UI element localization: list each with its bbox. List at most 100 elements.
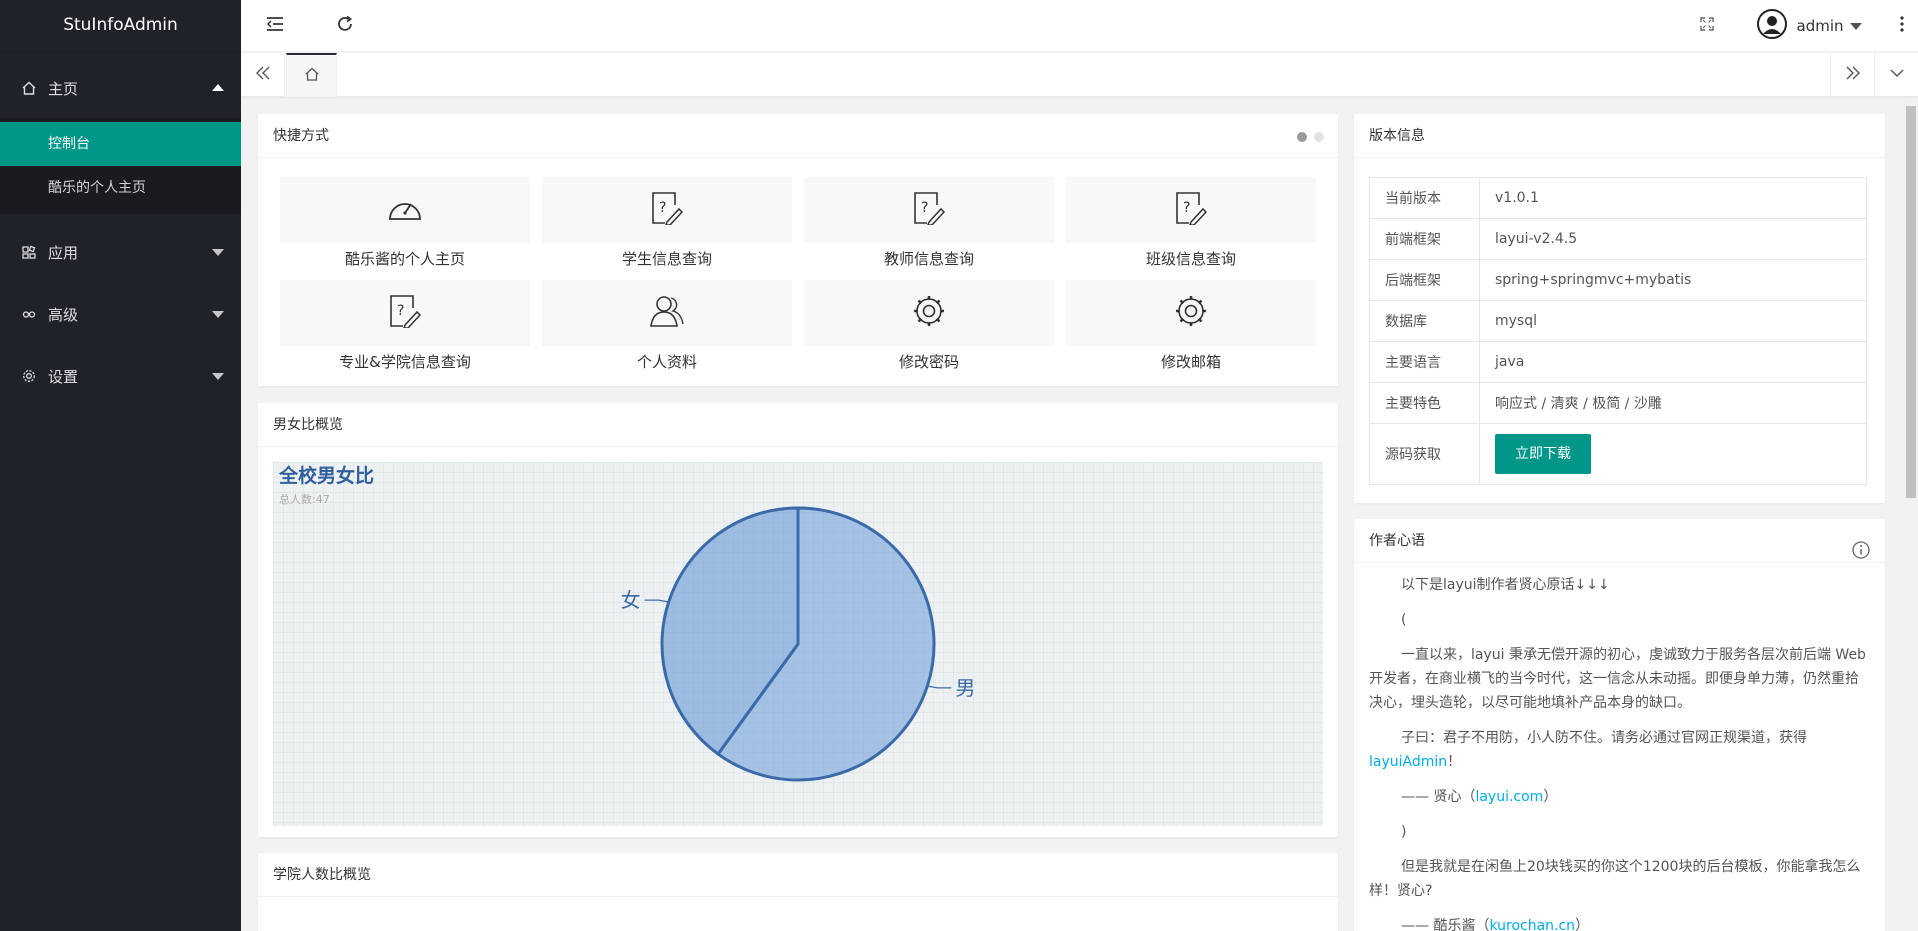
sidebar-item-console[interactable]: 控制台	[0, 122, 241, 166]
more-vertical-icon	[1900, 16, 1904, 36]
download-button[interactable]: 立即下载	[1495, 434, 1591, 474]
shortcuts-card: 快捷方式 酷乐酱的个人主页 ? 学生信息查询 ? 教师信息查询 ? 班级信息查询…	[258, 114, 1338, 386]
more-menu-button[interactable]	[1887, 0, 1917, 52]
version-table: 当前版本 v1.0.1 前端框架 layui-v2.4.5 后端框架 spring+s…	[1369, 177, 1867, 485]
kurochan-link[interactable]: kurochan.cn	[1489, 918, 1575, 931]
author-text: ）	[1543, 789, 1558, 805]
shortcut-label: 修改邮箱	[1160, 353, 1221, 371]
carousel-dot-2[interactable]	[1314, 132, 1324, 142]
version-value: mysql	[1479, 300, 1867, 342]
gauge-icon	[387, 193, 423, 227]
double-chevron-right-icon	[1845, 65, 1861, 85]
home-icon	[20, 79, 38, 97]
pie-chart: 全校男女比 总人数:47 男 女	[278, 464, 975, 782]
query-doc-icon: ?	[389, 294, 422, 332]
gender-ratio-card: 男女比概览 全校男女比 总人数:47 男 女	[258, 403, 1338, 837]
gear-icon	[20, 367, 38, 385]
author-paragraph: 一直以来，layui 秉承无偿开源的初心，虔诚致力于服务各层次前后端 Web 开…	[1369, 647, 1866, 711]
shortcut-class-query[interactable]: ? 班级信息查询	[1066, 177, 1316, 275]
chart-subtitle: 总人数:47	[279, 492, 330, 506]
query-doc-icon: ?	[1175, 191, 1208, 229]
sidebar-item-personal-page[interactable]: 酷乐的个人主页	[0, 166, 241, 210]
shortcut-major-college-query[interactable]: ? 专业&学院信息查询	[280, 280, 530, 378]
sidebar: StuInfoAdmin 主页 控制台 酷乐的个人主页 应用 高级 设置	[0, 0, 241, 931]
version-value: 响应式 / 清爽 / 极简 / 沙雕	[1479, 382, 1867, 424]
author-paragraph: —— 贤心（layui.com）	[1369, 785, 1870, 809]
sidebar-item-label: 高级	[48, 305, 79, 324]
gear-icon	[912, 294, 946, 332]
shortcut-label: 个人资料	[636, 353, 697, 371]
version-title: 版本信息	[1354, 114, 1885, 158]
shortcut-profile[interactable]: 个人资料	[542, 280, 792, 378]
author-text: ！	[1447, 754, 1462, 770]
table-row: 主要特色 响应式 / 清爽 / 极简 / 沙雕	[1369, 382, 1867, 424]
shortcut-student-query[interactable]: ? 学生信息查询	[542, 177, 792, 275]
shortcut-change-password[interactable]: 修改密码	[804, 280, 1054, 378]
pie-label: 男	[955, 676, 975, 700]
author-paragraph: 子曰：君子不用防，小人防不住。请务必通过官网正规渠道，获得 layuiAdmin…	[1369, 726, 1870, 774]
app-logo[interactable]: StuInfoAdmin	[0, 0, 241, 50]
version-key: 后端框架	[1369, 259, 1480, 301]
author-text: ）	[1575, 918, 1590, 931]
carousel-dot-1[interactable]	[1297, 132, 1307, 142]
svg-text:?: ?	[921, 200, 928, 216]
shortcut-teacher-query[interactable]: ? 教师信息查询	[804, 177, 1054, 275]
pie-label-line	[927, 685, 952, 689]
tabs-scroll-right-button[interactable]	[1830, 53, 1874, 97]
author-text: 子曰：君子不用防，小人防不住。请务必通过官网正规渠道，获得	[1401, 730, 1807, 746]
shortcut-personal-page[interactable]: 酷乐酱的个人主页	[280, 177, 530, 275]
author-paragraph: (	[1401, 612, 1407, 628]
carousel-indicator	[1297, 132, 1324, 142]
info-icon[interactable]	[1852, 533, 1870, 577]
svg-text:?: ?	[1183, 200, 1190, 216]
sidebar-item-senior[interactable]: 高级	[0, 284, 241, 344]
page-scrollbar[interactable]	[1904, 98, 1918, 931]
author-text: —— 贤心（	[1401, 789, 1476, 805]
fullscreen-button[interactable]	[1687, 0, 1727, 52]
tabs-menu-button[interactable]	[1874, 53, 1918, 97]
chevron-down-icon	[212, 373, 224, 380]
app-icon	[20, 243, 38, 261]
chevron-down-icon	[1889, 65, 1905, 85]
caret-down-icon	[1849, 22, 1862, 30]
tab-home[interactable]	[286, 53, 337, 97]
sidebar-item-apps[interactable]: 应用	[0, 222, 241, 282]
table-row: 前端框架 layui-v2.4.5	[1369, 218, 1867, 260]
version-key: 数据库	[1369, 300, 1480, 342]
pie-chart-area: 全校男女比 总人数:47 男 女	[273, 462, 1323, 826]
user-icon	[649, 294, 685, 332]
sidebar-item-settings[interactable]: 设置	[0, 346, 241, 406]
layui-link[interactable]: layui.com	[1475, 789, 1543, 805]
home-icon	[304, 66, 320, 86]
table-row: 主要语言 java	[1369, 341, 1867, 383]
author-paragraph: )	[1401, 824, 1407, 840]
shortcut-change-email[interactable]: 修改邮箱	[1066, 280, 1316, 378]
sidebar-item-home[interactable]: 主页	[0, 58, 241, 118]
version-key: 主要特色	[1369, 382, 1480, 424]
svg-text:?: ?	[659, 200, 666, 216]
college-ratio-card: 学院人数比概览	[258, 853, 1338, 931]
author-paragraph: 但是我就是在闲鱼上20块钱买的你这个1200块的后台模板，你能拿我怎么样！贤心?	[1369, 859, 1861, 899]
senior-icon	[20, 305, 38, 323]
refresh-button[interactable]	[325, 0, 365, 52]
query-doc-icon: ?	[913, 191, 946, 229]
shortcut-label: 班级信息查询	[1145, 250, 1236, 268]
gender-ratio-title: 男女比概览	[258, 403, 1338, 447]
user-menu[interactable]: admin	[1749, 0, 1869, 52]
version-key: 源码获取	[1369, 423, 1480, 485]
fullscreen-icon	[1700, 17, 1714, 35]
tabs-scroll-left-button[interactable]	[241, 53, 285, 97]
author-content: 以下是layui制作者贤心原话↓↓↓ ( 一直以来，layui 秉承无偿开源的初…	[1354, 563, 1885, 931]
query-doc-icon: ?	[651, 191, 684, 229]
chevron-down-icon	[212, 249, 224, 256]
version-value: v1.0.1	[1479, 177, 1867, 219]
pie-label: 女	[621, 588, 641, 612]
layuiadmin-link[interactable]: layuiAdmin	[1369, 754, 1447, 770]
version-value: spring+springmvc+mybatis	[1479, 259, 1867, 301]
scrollbar-thumb[interactable]	[1906, 106, 1916, 498]
version-card: 版本信息 当前版本 v1.0.1 前端框架 layui-v2.4.5 后端框架 spr…	[1354, 114, 1885, 503]
college-ratio-title: 学院人数比概览	[258, 853, 1338, 897]
table-row: 后端框架 spring+springmvc+mybatis	[1369, 259, 1867, 301]
shortcut-label: 修改密码	[898, 353, 959, 371]
collapse-menu-button[interactable]	[255, 0, 295, 52]
